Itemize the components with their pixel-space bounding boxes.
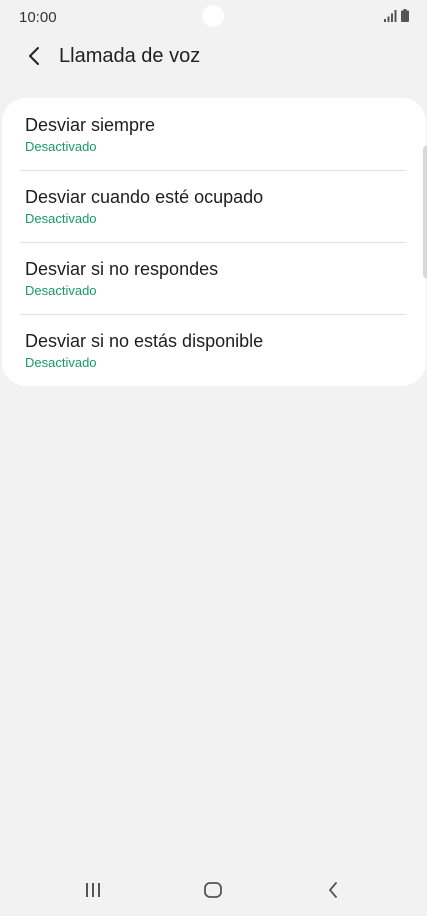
item-title: Desviar si no estás disponible [25,331,264,351]
back-button[interactable] [20,42,48,70]
recents-button[interactable] [73,874,113,906]
status-icons [384,9,409,22]
navigation-bar [0,864,427,916]
item-status: Desactivado [25,283,97,298]
item-status: Desactivado [25,355,97,370]
list-item-forward-no-answer[interactable]: Desviar si no respondes Desactivado [2,242,426,314]
battery-icon [401,9,409,22]
home-icon [204,882,222,898]
status-bar: 10:00 [0,0,427,34]
item-title: Desviar siempre [25,115,156,135]
signal-icon [384,10,397,22]
item-title: Desviar si no respondes [25,259,219,279]
list-item-forward-busy[interactable]: Desviar cuando esté ocupado Desactivado [2,170,426,242]
scroll-indicator[interactable] [423,146,427,278]
camera-cutout [202,5,224,27]
item-title: Desviar cuando esté ocupado [25,187,264,207]
home-button[interactable] [193,874,233,906]
item-status: Desactivado [25,211,97,226]
chevron-left-icon [29,47,39,65]
app-bar: Llamada de voz [0,36,427,76]
page-title: Llamada de voz [59,45,201,67]
status-time: 10:00 [19,9,57,26]
list-item-forward-always[interactable]: Desviar siempre Desactivado [2,98,426,170]
call-forwarding-list: Desviar siempre Desactivado Desviar cuan… [2,98,426,386]
recents-icon [86,883,100,897]
system-back-button[interactable] [313,874,353,906]
back-icon [329,882,337,898]
item-status: Desactivado [25,139,97,154]
list-item-forward-unavailable[interactable]: Desviar si no estás disponible Desactiva… [2,314,426,386]
